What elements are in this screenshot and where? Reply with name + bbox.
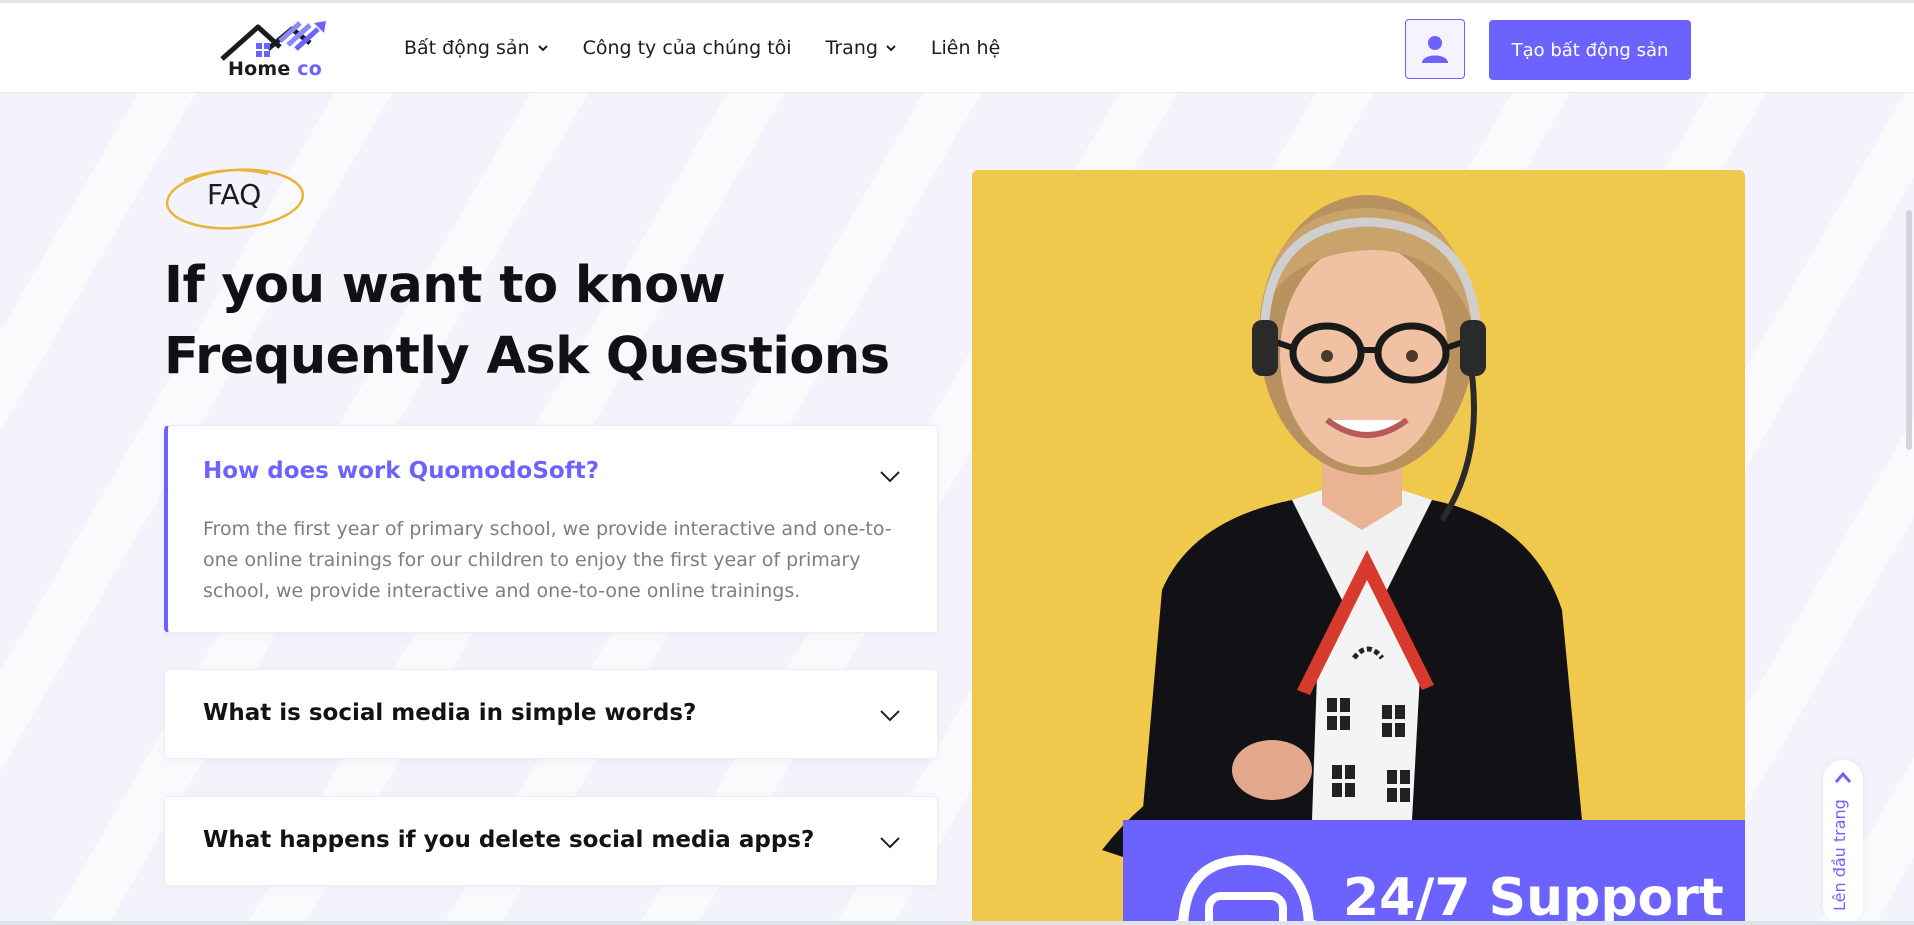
logo-text[interactable]: Home co [228,58,322,80]
faq-badge: FAQ [207,178,262,211]
faq-question[interactable]: How does work QuomodoSoft? [203,458,599,484]
nav-label: Liên hệ [930,37,1001,59]
headset-chat-icon [1171,854,1321,925]
chevron-down-icon [537,45,548,52]
nav-item-contact[interactable]: Liên hệ [931,37,1000,59]
support-title: 24/7 Support [1343,868,1724,925]
site-header: Home co Bất động sản Công ty của chúng t… [0,0,1914,92]
nav-label: Bất động sản [404,37,530,59]
chevron-up-icon [1834,771,1852,783]
faq-question[interactable]: What happens if you delete social media … [203,827,814,853]
nav-item-real-estate[interactable]: Bất động sản [404,37,549,59]
page-scrollbar[interactable] [1906,210,1912,450]
faq-answer: From the first year of primary school, w… [203,518,892,602]
support-banner: 24/7 Support [1123,820,1745,925]
create-property-button[interactable]: Tạo bất động sản [1489,20,1691,80]
support-agent-image [1102,195,1582,870]
nav-item-pages[interactable]: Trang [826,37,897,59]
nav-label: Trang [825,37,878,59]
main-nav: Bất động sản Công ty của chúng tôi Trang… [404,37,1034,59]
support-photo-panel [972,170,1745,925]
chevron-down-icon[interactable] [879,470,901,484]
back-to-top-label: Lên đầu trang [1830,799,1849,911]
nav-label: Công ty của chúng tôi [582,37,792,59]
chevron-down-icon[interactable] [879,836,901,850]
faq-item-open[interactable]: How does work QuomodoSoft? From the firs… [164,425,938,633]
faq-item[interactable]: What is social media in simple words? [164,669,938,759]
faq-question[interactable]: What is social media in simple words? [203,700,696,726]
user-account-button[interactable] [1405,19,1465,79]
chevron-down-icon[interactable] [879,709,901,723]
faq-item[interactable]: What happens if you delete social media … [164,796,938,886]
faq-heading: If you want to know Frequently Ask Quest… [164,256,890,386]
nav-item-company[interactable]: Công ty của chúng tôi [583,37,792,59]
user-icon [1422,36,1448,63]
page-bottom-edge [0,921,1914,925]
chevron-down-icon [886,45,896,52]
